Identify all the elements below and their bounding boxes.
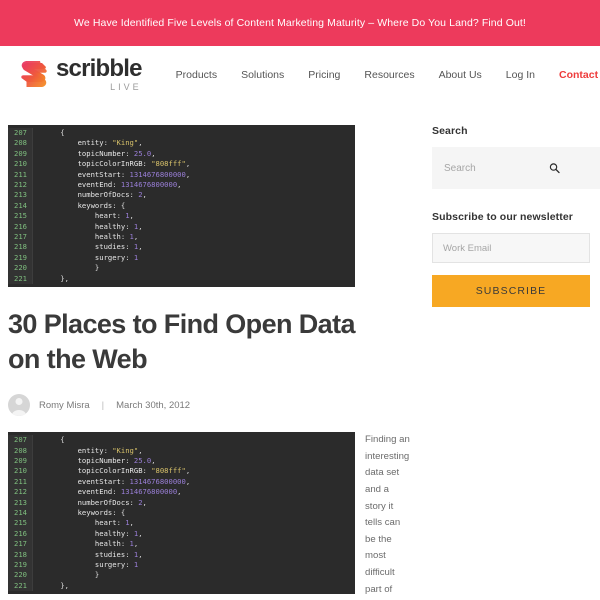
nav-item-contact-us[interactable]: Contact Us: [559, 69, 600, 81]
article-lead-fragment: Finding an: [365, 434, 410, 446]
nav-item-products[interactable]: Products: [176, 69, 217, 81]
author-name[interactable]: Romy Misra: [39, 400, 90, 411]
newsletter-widget: Subscribe to our newsletter SUBSCRIBE: [432, 211, 600, 307]
search-box[interactable]: [432, 147, 600, 189]
nav-item-about-us[interactable]: About Us: [439, 69, 482, 81]
article-title: 30 Places to Find Open Data on the Web: [8, 309, 356, 374]
nav-item-resources[interactable]: Resources: [364, 69, 414, 81]
email-field-wrapper[interactable]: [432, 233, 590, 263]
article-date: March 30th, 2012: [116, 399, 191, 411]
scribble-s-mark-icon: [20, 60, 48, 90]
promo-banner[interactable]: We Have Identified Five Levels of Conten…: [0, 0, 600, 46]
article-content: 207 208 209 210 211 212 213 214 215 216 …: [0, 125, 420, 600]
code-screenshot-inline: 207 208 209 210 211 212 213 214 215 216 …: [8, 432, 355, 595]
code-line-numbers: 207 208 209 210 211 212 213 214 215 216 …: [8, 128, 33, 285]
search-icon[interactable]: [549, 163, 560, 174]
brand-wordmark: scribble LIVE: [56, 57, 142, 92]
main-navigation: Products Solutions Pricing Resources Abo…: [176, 69, 600, 81]
article-byline: Romy Misra | March 30th, 2012: [8, 394, 410, 417]
sidebar: Search Subscribe to our newsletter SUBSC…: [420, 125, 600, 600]
site-header: scribble LIVE Products Solutions Pricing…: [0, 46, 600, 103]
promo-banner-text: We Have Identified Five Levels of Conten…: [74, 17, 526, 29]
newsletter-widget-title: Subscribe to our newsletter: [432, 211, 573, 223]
code-lines-inline: { entity: "King", topicNumber: 25.0, top…: [60, 435, 191, 590]
nav-item-log-in[interactable]: Log In: [506, 69, 535, 81]
nav-item-solutions[interactable]: Solutions: [241, 69, 284, 81]
search-input[interactable]: [444, 162, 588, 174]
byline-separator: |: [101, 399, 105, 411]
author-avatar: [8, 394, 30, 417]
nav-item-pricing[interactable]: Pricing: [308, 69, 340, 81]
code-screenshot-hero: 207 208 209 210 211 212 213 214 215 216 …: [8, 125, 355, 288]
brand-logo[interactable]: scribble LIVE: [20, 57, 142, 92]
search-widget: Search: [432, 125, 600, 189]
code-line-numbers-inline: 207 208 209 210 211 212 213 214 215 216 …: [8, 435, 33, 592]
subscribe-button[interactable]: SUBSCRIBE: [432, 275, 590, 307]
brand-subtitle: LIVE: [110, 82, 142, 92]
page-body: 207 208 209 210 211 212 213 214 215 216 …: [0, 103, 600, 600]
search-widget-title: Search: [432, 125, 468, 137]
email-field[interactable]: [443, 242, 579, 254]
brand-name: scribble: [56, 55, 142, 82]
code-lines-hero: { entity: "King", topicNumber: 25.0, top…: [60, 128, 191, 283]
article-body: 207 208 209 210 211 212 213 214 215 216 …: [8, 432, 410, 600]
